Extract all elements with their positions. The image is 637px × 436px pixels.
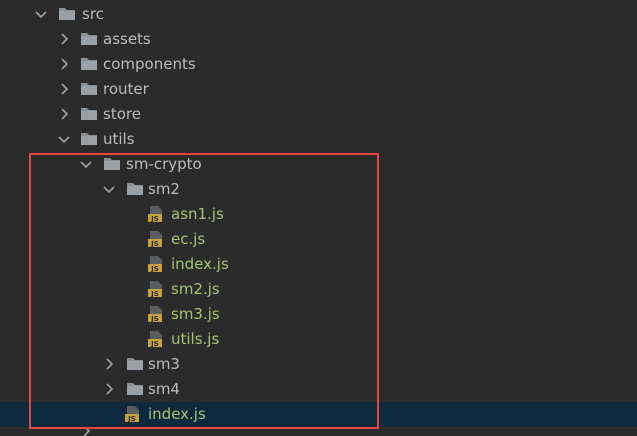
- tree-row-label: src: [82, 5, 104, 23]
- chevron-right-icon[interactable]: [56, 56, 72, 72]
- tree-row-label: components: [103, 55, 196, 73]
- tree-row-label: store: [103, 105, 141, 123]
- javascript-file-icon: JS: [147, 256, 165, 272]
- chevron-right-icon[interactable]: [101, 356, 117, 372]
- tree-row-sm4[interactable]: sm4: [0, 377, 637, 402]
- tree-row-label: sm3.js: [171, 305, 220, 323]
- tree-row-sm2[interactable]: sm2: [0, 177, 637, 202]
- js-badge-text: JS: [150, 315, 159, 322]
- folder-icon: [80, 56, 98, 72]
- tree-row-label: utils.js: [171, 330, 220, 348]
- tree-row-utils-js[interactable]: JS utils.js: [0, 327, 637, 352]
- javascript-file-icon: JS: [147, 306, 165, 322]
- chevron-right-icon[interactable]: [101, 381, 117, 397]
- javascript-file-icon: JS: [147, 281, 165, 297]
- tree-row-components[interactable]: components: [0, 52, 637, 77]
- tree-row-src[interactable]: src: [0, 2, 637, 27]
- tree-row-sm3[interactable]: sm3: [0, 352, 637, 377]
- chevron-right-icon[interactable]: [56, 106, 72, 122]
- chevron-down-icon[interactable]: [33, 6, 49, 22]
- js-badge-text: JS: [150, 340, 159, 347]
- tree-row-sm2-js[interactable]: JS sm2.js: [0, 277, 637, 302]
- tree-row-partial: [0, 428, 637, 436]
- chevron-down-icon[interactable]: [101, 181, 117, 197]
- tree-row-label: index.js: [171, 255, 229, 273]
- tree-row-store[interactable]: store: [0, 102, 637, 127]
- tree-row-utils[interactable]: utils: [0, 127, 637, 152]
- project-file-tree: src assets components router store utils…: [0, 0, 637, 436]
- chevron-down-icon[interactable]: [78, 156, 94, 172]
- tree-row-label: sm2: [148, 180, 180, 198]
- tree-row-label: sm-crypto: [126, 155, 202, 173]
- javascript-file-icon: JS: [147, 331, 165, 347]
- js-badge-text: JS: [150, 240, 159, 247]
- chevron-right-icon[interactable]: [56, 31, 72, 47]
- javascript-file-icon: JS: [124, 406, 142, 422]
- tree-row-label: utils: [103, 130, 135, 148]
- folder-icon: [80, 31, 98, 47]
- tree-row-label: sm3: [148, 355, 180, 373]
- tree-row-label: assets: [103, 30, 151, 48]
- tree-row-router[interactable]: router: [0, 77, 637, 102]
- js-badge-text: JS: [150, 290, 159, 297]
- folder-icon: [126, 381, 144, 397]
- folder-icon: [126, 181, 144, 197]
- tree-row-sm3-js[interactable]: JS sm3.js: [0, 302, 637, 327]
- chevron-right-icon: [78, 428, 94, 436]
- tree-row-label: ec.js: [171, 230, 206, 248]
- folder-icon: [58, 6, 76, 22]
- js-badge-text: JS: [150, 265, 159, 272]
- tree-row-label: sm4: [148, 380, 180, 398]
- tree-row-label: router: [103, 80, 149, 98]
- tree-row-label: sm2.js: [171, 280, 220, 298]
- javascript-file-icon: JS: [147, 231, 165, 247]
- folder-icon: [126, 356, 144, 372]
- js-badge-text: JS: [127, 415, 136, 422]
- tree-row-ec-js[interactable]: JS ec.js: [0, 227, 637, 252]
- folder-icon: [80, 81, 98, 97]
- tree-row-assets[interactable]: assets: [0, 27, 637, 52]
- tree-row-label: index.js: [148, 405, 206, 423]
- folder-icon: [80, 106, 98, 122]
- chevron-down-icon[interactable]: [56, 131, 72, 147]
- folder-icon: [80, 131, 98, 147]
- tree-row-sm-crypto[interactable]: sm-crypto: [0, 152, 637, 177]
- js-badge-text: JS: [150, 215, 159, 222]
- javascript-file-icon: JS: [147, 206, 165, 222]
- folder-icon: [103, 156, 121, 172]
- tree-row-label: asn1.js: [171, 205, 224, 223]
- tree-row-sm-crypto-index-js[interactable]: JS index.js: [0, 402, 637, 427]
- tree-row-asn1-js[interactable]: JS asn1.js: [0, 202, 637, 227]
- tree-row-index-js[interactable]: JS index.js: [0, 252, 637, 277]
- chevron-right-icon[interactable]: [56, 81, 72, 97]
